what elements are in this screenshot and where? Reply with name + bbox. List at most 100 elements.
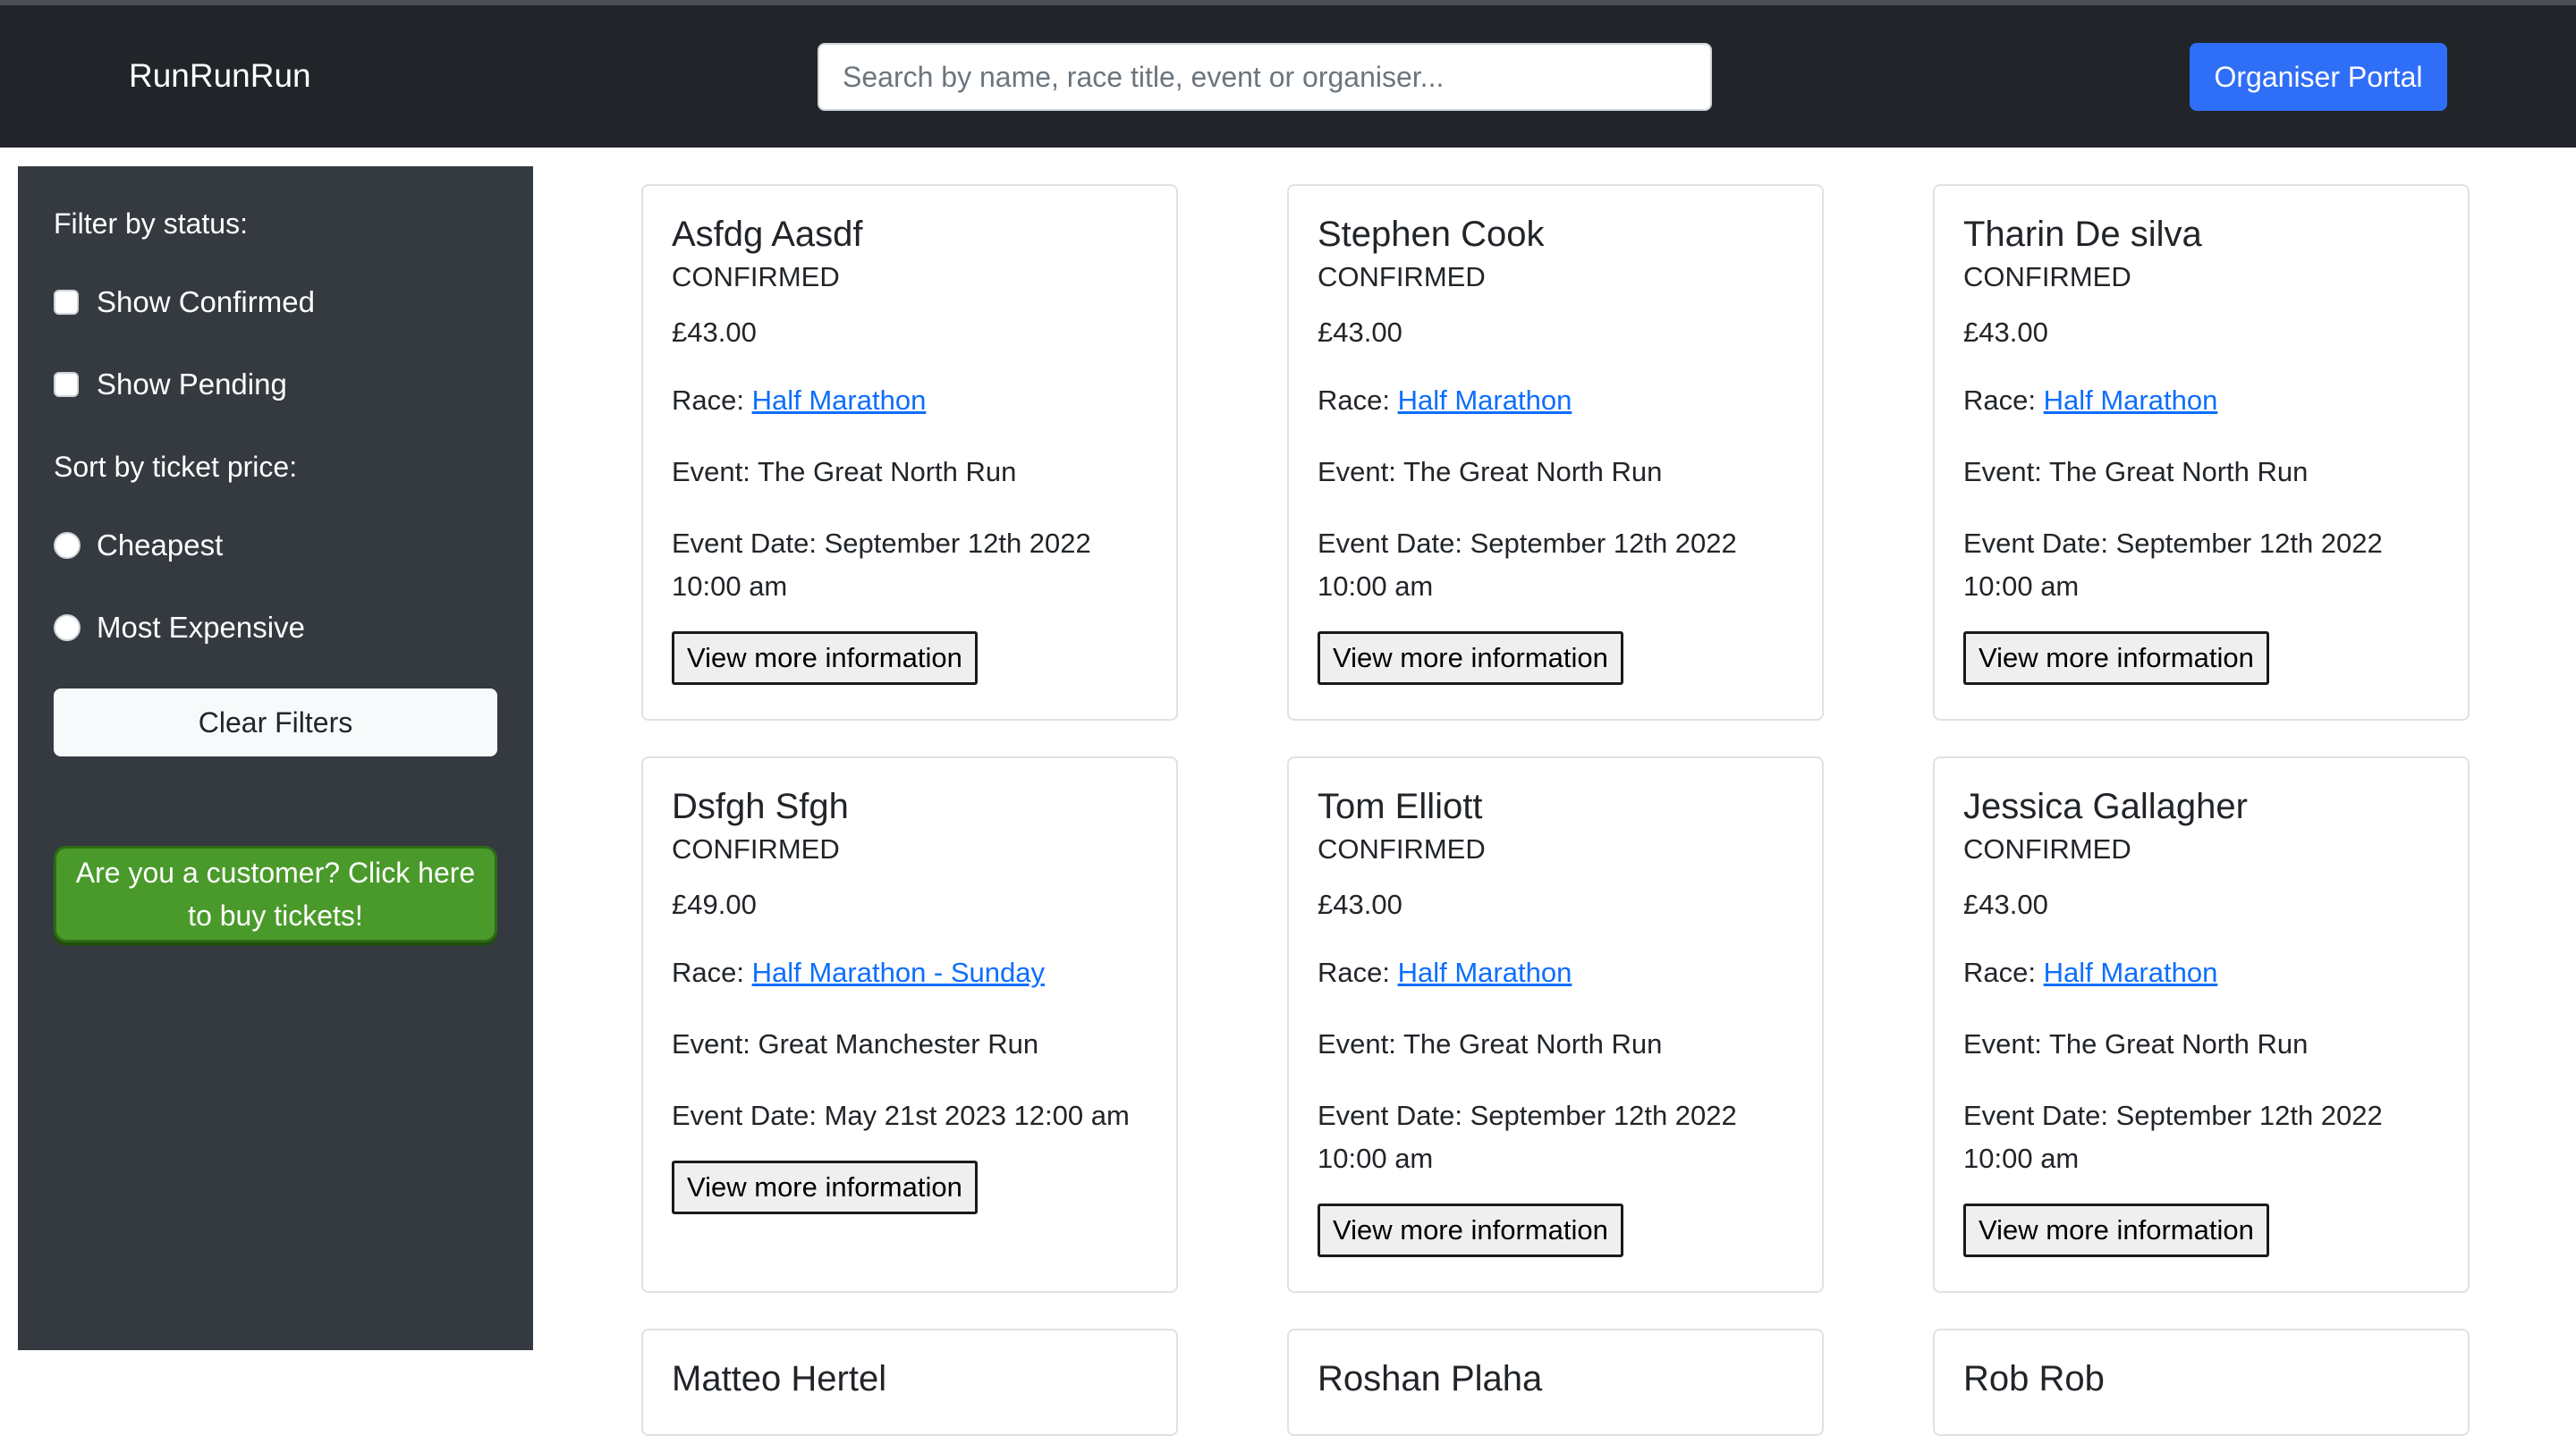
runner-name: Asfdg Aasdf [672, 215, 863, 254]
show-confirmed-checkbox[interactable] [54, 290, 79, 315]
event-date-row: Event Date: September 12th 2022 10:00 am [1318, 1094, 1793, 1180]
event-label: Event: [1963, 1028, 2049, 1060]
runner-name: Matteo Hertel [672, 1359, 887, 1398]
view-more-button[interactable]: View more information [1318, 1204, 1623, 1257]
race-link[interactable]: Half Marathon [1398, 384, 1572, 416]
view-more-button[interactable]: View more information [672, 631, 978, 685]
event-date-label: Event Date: [1318, 1100, 1470, 1131]
filter-status-heading: Filter by status: [54, 207, 248, 240]
clear-filters-button[interactable]: Clear Filters [54, 688, 497, 756]
status-badge: CONFIRMED [672, 833, 840, 865]
event-name: The Great North Run [1402, 456, 1663, 487]
organiser-portal-button[interactable]: Organiser Portal [2190, 43, 2447, 111]
sidebar: Filter by status: Show Confirmed Show Pe… [18, 166, 533, 1350]
event-date-label: Event Date: [1963, 1100, 2116, 1131]
most-expensive-radio[interactable] [54, 614, 80, 641]
runner-name: Jessica Gallagher [1963, 787, 2248, 826]
most-expensive-option[interactable]: Most Expensive [54, 610, 305, 646]
show-pending-checkbox[interactable] [54, 372, 79, 397]
event-row: Event: Great Manchester Run [672, 1023, 1148, 1066]
event-row: Event: The Great North Run [1318, 1023, 1793, 1066]
race-row: Race: Half Marathon [1318, 951, 1793, 994]
race-label: Race: [1318, 957, 1398, 988]
race-link[interactable]: Half Marathon [752, 384, 927, 416]
status-badge: CONFIRMED [1318, 261, 1486, 292]
event-label: Event: [672, 456, 758, 487]
event-date-row: Event Date: September 12th 2022 10:00 am [1963, 1094, 2439, 1180]
event-date-row: Event Date: September 12th 2022 10:00 am [672, 522, 1148, 608]
event-date-row: Event Date: May 21st 2023 12:00 am [672, 1094, 1148, 1137]
ticket-card: Tom Elliott CONFIRMED £43.00 Race: Half … [1287, 756, 1824, 1293]
status-badge: CONFIRMED [1318, 833, 1486, 865]
cheapest-option[interactable]: Cheapest [54, 528, 223, 563]
race-link[interactable]: Half Marathon [2044, 957, 2218, 988]
sort-price-heading: Sort by ticket price: [54, 451, 298, 483]
show-pending-label: Show Pending [97, 367, 287, 401]
ticket-card: Stephen Cook CONFIRMED £43.00 Race: Half… [1287, 184, 1824, 721]
view-more-button[interactable]: View more information [1318, 631, 1623, 685]
ticket-price: £43.00 [672, 317, 757, 348]
show-confirmed-option[interactable]: Show Confirmed [54, 284, 315, 320]
event-date-label: Event Date: [1963, 528, 2116, 559]
race-label: Race: [1963, 384, 2044, 416]
show-confirmed-label: Show Confirmed [97, 285, 315, 318]
ticket-price: £49.00 [672, 889, 757, 920]
ticket-price: £43.00 [1963, 317, 2048, 348]
ticket-price: £43.00 [1318, 317, 1402, 348]
race-link[interactable]: Half Marathon [1398, 957, 1572, 988]
event-label: Event: [1963, 456, 2049, 487]
race-row: Race: Half Marathon [1318, 379, 1793, 422]
event-row: Event: The Great North Run [1963, 451, 2439, 494]
status-badge: CONFIRMED [1963, 833, 2131, 865]
event-row: Event: The Great North Run [672, 451, 1148, 494]
search-input[interactable] [818, 43, 1712, 111]
race-label: Race: [672, 957, 752, 988]
event-name: Great Manchester Run [758, 1028, 1039, 1060]
cheapest-radio[interactable] [54, 532, 80, 559]
ticket-price: £43.00 [1963, 889, 2048, 920]
runner-name: Stephen Cook [1318, 215, 1545, 254]
show-pending-option[interactable]: Show Pending [54, 367, 287, 402]
event-date-label: Event Date: [1318, 528, 1470, 559]
runner-name: Dsfgh Sfgh [672, 787, 849, 826]
race-row: Race: Half Marathon - Sunday [672, 951, 1148, 994]
view-more-button[interactable]: View more information [1963, 1204, 2269, 1257]
runner-name: Tharin De silva [1963, 215, 2202, 254]
view-more-button[interactable]: View more information [1963, 631, 2269, 685]
event-name: The Great North Run [2048, 456, 2309, 487]
race-row: Race: Half Marathon [1963, 379, 2439, 422]
race-row: Race: Half Marathon [672, 379, 1148, 422]
event-row: Event: The Great North Run [1318, 451, 1793, 494]
buy-tickets-button[interactable]: Are you a customer? Click here to buy ti… [54, 846, 497, 942]
status-badge: CONFIRMED [1963, 261, 2131, 292]
ticket-card: Roshan Plaha [1287, 1329, 1824, 1436]
event-label: Event: [1318, 456, 1403, 487]
ticket-card: Asfdg Aasdf CONFIRMED £43.00 Race: Half … [641, 184, 1178, 721]
most-expensive-label: Most Expensive [97, 611, 305, 644]
view-more-button[interactable]: View more information [672, 1161, 978, 1214]
event-name: The Great North Run [757, 456, 1017, 487]
event-label: Event: [1318, 1028, 1403, 1060]
event-name: The Great North Run [2048, 1028, 2309, 1060]
ticket-card: Jessica Gallagher CONFIRMED £43.00 Race:… [1933, 756, 2470, 1293]
event-date: May 21st 2023 12:00 am [824, 1100, 1130, 1131]
event-date-row: Event Date: September 12th 2022 10:00 am [1963, 522, 2439, 608]
ticket-card: Dsfgh Sfgh CONFIRMED £49.00 Race: Half M… [641, 756, 1178, 1293]
event-date-label: Event Date: [672, 1100, 825, 1131]
ticket-card: Matteo Hertel [641, 1329, 1178, 1436]
cheapest-label: Cheapest [97, 528, 224, 562]
race-label: Race: [1318, 384, 1398, 416]
status-badge: CONFIRMED [672, 261, 840, 292]
race-link[interactable]: Half Marathon - Sunday [752, 957, 1045, 988]
brand-logo[interactable]: RunRunRun [129, 55, 311, 97]
event-label: Event: [672, 1028, 758, 1060]
event-date-label: Event Date: [672, 528, 825, 559]
runner-name: Tom Elliott [1318, 787, 1483, 826]
race-link[interactable]: Half Marathon [2044, 384, 2218, 416]
race-label: Race: [1963, 957, 2044, 988]
race-label: Race: [672, 384, 752, 416]
ticket-card: Rob Rob [1933, 1329, 2470, 1436]
race-row: Race: Half Marathon [1963, 951, 2439, 994]
event-row: Event: The Great North Run [1963, 1023, 2439, 1066]
navbar: RunRunRun Organiser Portal [0, 5, 2576, 148]
